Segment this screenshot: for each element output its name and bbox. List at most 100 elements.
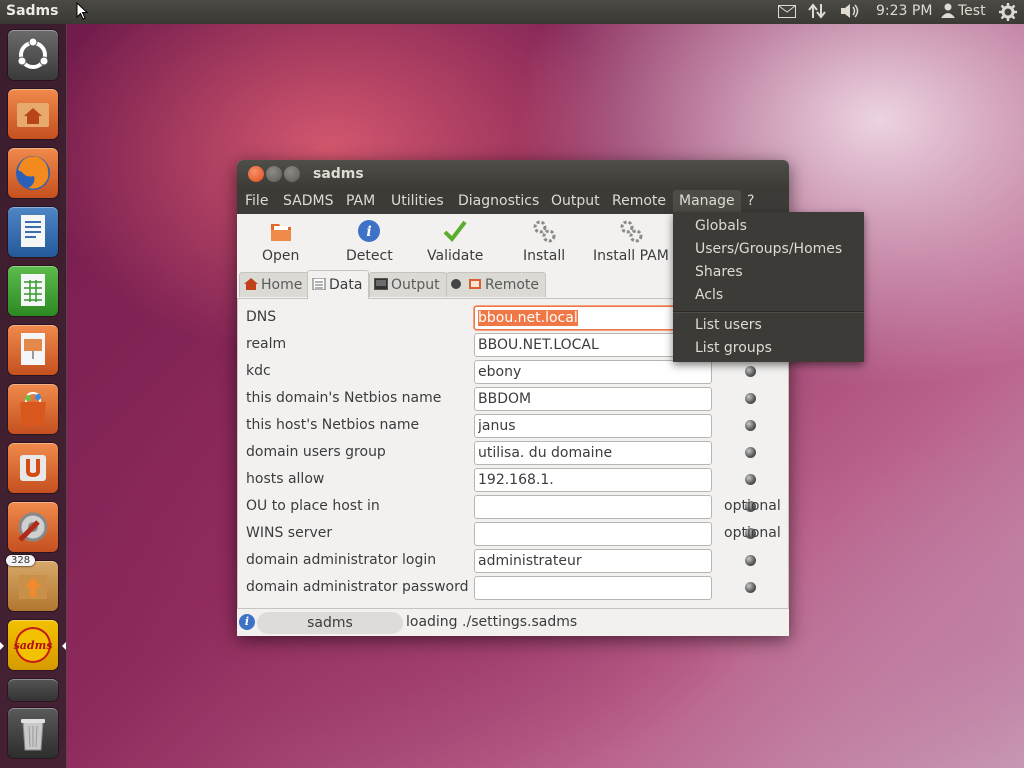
install-pam-label: Install PAM <box>593 248 669 264</box>
gears-icon <box>533 220 556 243</box>
close-icon[interactable] <box>248 166 264 182</box>
form-row-admin-login: domain administrator login <box>238 548 790 575</box>
status-dot-icon <box>745 474 756 485</box>
hosts-allow-label: hosts allow <box>246 471 325 487</box>
calc-icon[interactable] <box>8 266 58 316</box>
ubuntu-one-icon[interactable] <box>8 443 58 493</box>
admin-password-field[interactable] <box>474 576 712 600</box>
admin-login-field[interactable] <box>474 549 712 573</box>
update-icon[interactable]: 328 <box>6 555 58 611</box>
menu-sadms[interactable]: SADMS <box>283 193 333 209</box>
dns-label: DNS <box>246 309 277 325</box>
realm-label: realm <box>246 336 287 352</box>
menu-item-list-groups[interactable]: List groups <box>695 340 772 356</box>
menu-item-users-groups-homes[interactable]: Users/Groups/Homes <box>695 241 842 257</box>
menu-pam[interactable]: PAM <box>346 193 375 209</box>
volume-icon[interactable] <box>840 3 860 23</box>
form-row-ou: OU to place host in optional <box>238 494 790 521</box>
active-app-title: Sadms <box>6 3 59 19</box>
menu-item-shares[interactable]: Shares <box>695 264 743 280</box>
clock[interactable]: 9:23 PM <box>876 3 932 19</box>
tab-remote[interactable]: Remote <box>446 272 547 297</box>
sadms-icon[interactable]: sadms <box>8 620 58 670</box>
shopping-bag-icon[interactable] <box>8 384 58 434</box>
manage-dropdown-menu: Globals Users/Groups/Homes Shares Acls L… <box>673 212 864 362</box>
validate-label: Validate <box>427 248 484 264</box>
tab-home[interactable]: Home <box>239 272 310 297</box>
ou-field[interactable] <box>474 495 712 519</box>
window-title: sadms <box>313 166 364 182</box>
open-folder-icon <box>270 224 291 241</box>
wins-field[interactable] <box>474 522 712 546</box>
status-dot-icon <box>745 582 756 593</box>
ou-label: OU to place host in <box>246 498 380 514</box>
open-button[interactable]: Open <box>262 218 299 264</box>
detect-label: Detect <box>346 248 393 264</box>
menu-output[interactable]: Output <box>551 193 600 209</box>
menu-utilities[interactable]: Utilities <box>391 193 444 209</box>
minimize-icon[interactable] <box>266 166 282 182</box>
checkmark-icon <box>443 220 467 243</box>
menu-help[interactable]: ? <box>747 193 754 209</box>
form-row-wins: WINS server optional <box>238 521 790 548</box>
menu-manage[interactable]: Manage <box>673 190 741 212</box>
install-label: Install <box>523 248 566 264</box>
kdc-field[interactable] <box>474 360 712 384</box>
host-netbios-field[interactable] <box>474 414 712 438</box>
terminal-icon <box>374 278 388 290</box>
detect-button[interactable]: i Detect <box>346 218 393 264</box>
status-dot-icon <box>745 420 756 431</box>
admin-login-label: domain administrator login <box>246 552 437 568</box>
users-group-field[interactable] <box>474 441 712 465</box>
mouse-cursor-icon <box>76 2 88 20</box>
form-row-users-group: domain users group <box>238 440 790 467</box>
running-indicator-left <box>0 642 4 650</box>
tab-data[interactable]: Data <box>307 270 370 299</box>
optional-note: optional <box>724 525 781 541</box>
trash-icon[interactable] <box>8 708 58 758</box>
writer-icon[interactable] <box>8 207 58 257</box>
remote-icon <box>451 279 461 289</box>
open-label: Open <box>262 248 300 264</box>
kdc-label: kdc <box>246 363 271 379</box>
users-group-label: domain users group <box>246 444 386 460</box>
network-icon[interactable] <box>808 3 826 23</box>
hosts-allow-field[interactable] <box>474 468 712 492</box>
admin-password-label: domain administrator password <box>246 579 469 595</box>
menu-remote[interactable]: Remote <box>612 193 666 209</box>
form-row-admin-password: domain administrator password <box>238 575 790 602</box>
user-icon[interactable] <box>941 3 955 22</box>
validate-button[interactable]: Validate <box>427 218 483 264</box>
domain-netbios-field[interactable] <box>474 387 712 411</box>
menu-diagnostics[interactable]: Diagnostics <box>458 193 539 209</box>
tab-output[interactable]: Output <box>369 272 447 297</box>
workspace-icon[interactable] <box>8 679 58 701</box>
host-netbios-label: this host's Netbios name <box>246 417 420 433</box>
maximize-icon[interactable] <box>284 166 300 182</box>
home-folder-icon[interactable] <box>8 89 58 139</box>
menu-item-list-users[interactable]: List users <box>695 317 762 333</box>
install-button[interactable]: Install <box>523 218 565 264</box>
session-gear-icon[interactable] <box>999 3 1017 25</box>
menu-file[interactable]: File <box>245 193 268 209</box>
wins-label: WINS server <box>246 525 333 541</box>
running-indicator-right <box>62 642 66 650</box>
mail-icon[interactable] <box>778 5 796 22</box>
menu-item-globals[interactable]: Globals <box>695 218 747 234</box>
tab-data-label: Data <box>329 277 363 293</box>
status-dot-icon <box>745 447 756 458</box>
ubuntu-logo-icon[interactable] <box>8 30 58 80</box>
user-name[interactable]: Test <box>958 3 986 19</box>
firefox-icon[interactable] <box>8 148 58 198</box>
status-info-icon: i <box>239 614 255 630</box>
gears-icon <box>620 220 643 243</box>
menu-item-acls[interactable]: Acls <box>695 287 723 303</box>
form-row-host-netbios: this host's Netbios name <box>238 413 790 440</box>
window-titlebar[interactable]: sadms <box>237 160 789 188</box>
status-dot-icon <box>745 366 756 377</box>
remote-host-icon <box>469 279 481 289</box>
impress-icon[interactable] <box>8 325 58 375</box>
status-message: loading ./settings.sadms <box>406 614 578 630</box>
settings-wrench-icon[interactable] <box>8 502 58 552</box>
install-pam-button[interactable]: Install PAM <box>593 218 669 264</box>
